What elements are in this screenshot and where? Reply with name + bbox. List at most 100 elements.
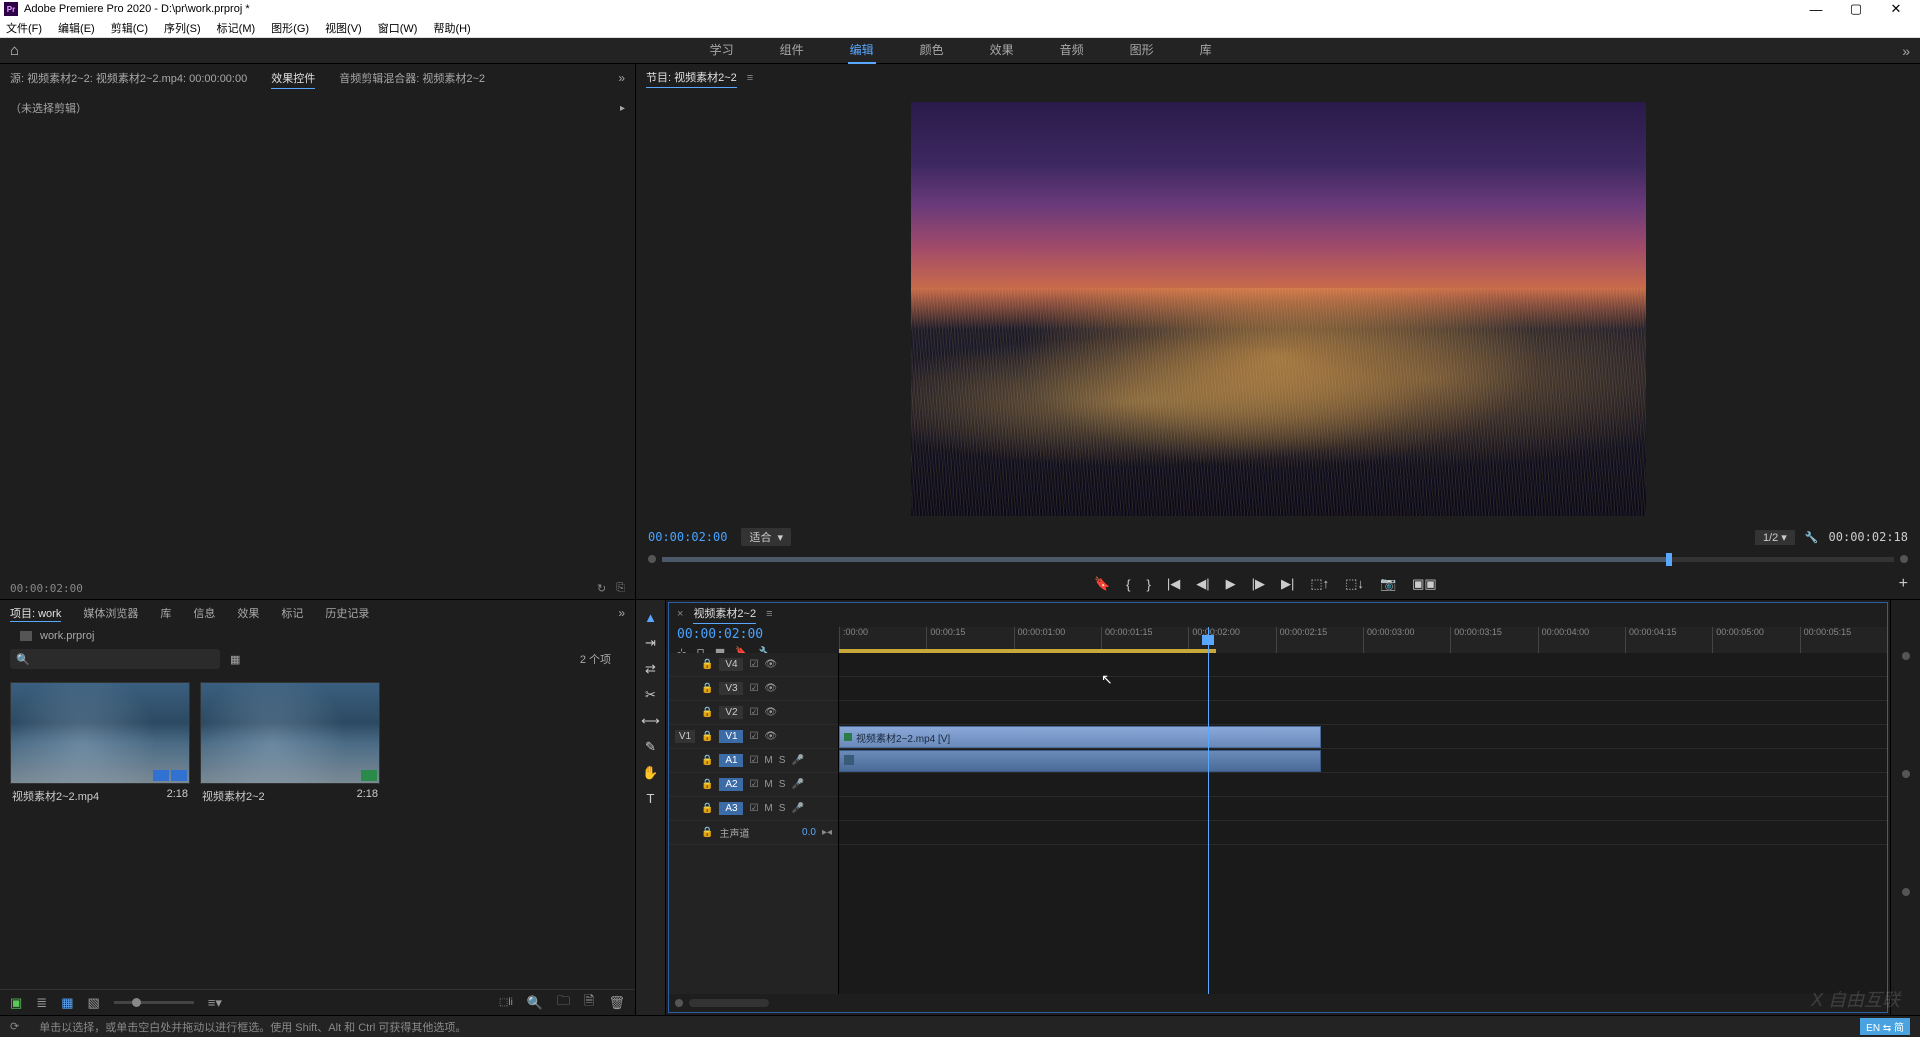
toggle-sync-lock-icon[interactable]: ☑ [749, 755, 758, 766]
timeline-close-icon[interactable]: × [677, 608, 683, 620]
toggle-sync-lock-icon[interactable]: ☑ [749, 779, 758, 790]
tab-info[interactable]: 信息 [193, 605, 215, 621]
step-back-button[interactable]: ◀| [1196, 576, 1209, 592]
panel-overflow-icon[interactable]: » [618, 606, 625, 620]
step-forward-button[interactable]: |▶ [1252, 576, 1265, 592]
solo-icon[interactable]: S [779, 755, 786, 766]
tab-effects[interactable]: 效果 [237, 605, 259, 621]
menu-graphics[interactable]: 图形(G) [271, 20, 309, 36]
lock-icon[interactable]: 🔒 [701, 827, 713, 838]
ime-indicator[interactable]: EN ⇆ 简 [1860, 1018, 1910, 1035]
lock-icon[interactable]: 🔒 [701, 731, 713, 742]
go-to-in-button[interactable]: |◀ [1167, 576, 1180, 592]
razor-tool-icon[interactable]: ✂ [645, 687, 656, 703]
export-frame-button[interactable]: 📷 [1380, 576, 1396, 592]
lock-icon[interactable]: 🔒 [701, 683, 713, 694]
comparison-view-button[interactable]: ▣▣ [1412, 576, 1437, 592]
track-header-v4[interactable]: 🔒V4☑👁 [669, 653, 838, 677]
track-select-tool-icon[interactable]: ⇥ [645, 635, 656, 651]
new-item-icon[interactable]: 🗎 [584, 992, 594, 1014]
lock-icon[interactable]: 🔒 [701, 659, 713, 670]
menu-file[interactable]: 文件(F) [6, 20, 42, 36]
voice-over-icon[interactable]: 🎤 [791, 803, 803, 814]
scrub-bar[interactable] [662, 557, 1894, 562]
lock-icon[interactable]: 🔒 [701, 779, 713, 790]
ws-tab-assembly[interactable]: 组件 [778, 37, 806, 64]
tab-project[interactable]: 项目: work [10, 605, 61, 622]
track-header-v1[interactable]: V1🔒V1☑👁 [669, 725, 838, 749]
new-bin-icon[interactable]: 🗀 [557, 992, 570, 1014]
delete-icon[interactable]: 🗑 [608, 995, 625, 1011]
panel-overflow-icon[interactable]: » [618, 71, 625, 85]
ws-tab-audio[interactable]: 音频 [1058, 37, 1086, 64]
video-clip[interactable]: 视频素材2~2.mp4 [V] [839, 726, 1321, 748]
wrench-icon[interactable]: 🔧 [1805, 531, 1819, 544]
slip-tool-icon[interactable]: ⟷ [641, 713, 660, 729]
ws-tab-library[interactable]: 库 [1198, 37, 1214, 64]
zoom-dot[interactable] [1902, 888, 1910, 896]
program-timecode[interactable]: 00:00:02:00 [648, 530, 727, 544]
menu-view[interactable]: 视图(V) [325, 20, 362, 36]
ws-tab-color[interactable]: 颜色 [918, 37, 946, 64]
tab-source[interactable]: 源: 视频素材2~2: 视频素材2~2.mp4: 00:00:00:00 [10, 68, 247, 88]
playhead-handle[interactable] [1666, 553, 1672, 566]
timeline-timecode[interactable]: 00:00:02:00 [677, 627, 839, 642]
icon-view-icon[interactable]: ▦ [61, 995, 73, 1011]
toggle-sync-lock-icon[interactable]: ☑ [749, 659, 758, 670]
menu-edit[interactable]: 编辑(E) [58, 20, 95, 36]
voice-over-icon[interactable]: 🎤 [791, 779, 803, 790]
track-header-v2[interactable]: 🔒V2☑👁 [669, 701, 838, 725]
ws-tab-graphics[interactable]: 图形 [1128, 37, 1156, 64]
extract-button[interactable]: ⬚↓ [1345, 576, 1364, 592]
timeline-ruler[interactable]: :00:00 00:00:15 00:00:01:00 00:00:01:15 … [839, 627, 1887, 655]
ws-tab-effects[interactable]: 效果 [988, 37, 1016, 64]
toggle-sync-lock-icon[interactable]: ☑ [749, 731, 758, 742]
track-header-master[interactable]: 🔒主声道0.0▸◂ [669, 821, 838, 845]
toggle-track-output-icon[interactable]: 👁 [764, 731, 777, 742]
hand-tool-icon[interactable]: ✋ [642, 765, 658, 781]
track-content-area[interactable]: 视频素材2~2.mp4 [V] ↖ [839, 653, 1887, 994]
toggle-track-output-icon[interactable]: ↻ [597, 582, 606, 595]
tab-history[interactable]: 历史记录 [325, 605, 369, 621]
track-header-a1[interactable]: 🔒A1☑MS🎤 [669, 749, 838, 773]
tab-library[interactable]: 库 [160, 605, 171, 621]
track-header-a2[interactable]: 🔒A2☑MS🎤 [669, 773, 838, 797]
tab-menu-icon[interactable]: ≡ [747, 72, 753, 84]
lock-icon[interactable]: 🔒 [701, 707, 713, 718]
track-header-a3[interactable]: 🔒A3☑MS🎤 [669, 797, 838, 821]
close-button[interactable]: ✕ [1876, 1, 1916, 17]
toggle-track-output-icon[interactable]: 👁 [764, 659, 777, 670]
source-settings-icon[interactable]: ⎘ [616, 582, 625, 595]
expand-icon[interactable]: ▸ [620, 103, 625, 114]
tab-effect-controls[interactable]: 效果控件 [271, 68, 315, 89]
mark-in-button[interactable]: { [1126, 577, 1130, 592]
selection-tool-icon[interactable]: ▲ [644, 610, 657, 625]
lift-button[interactable]: ⬚↑ [1310, 576, 1329, 592]
writable-toggle-icon[interactable]: ▣ [10, 995, 22, 1011]
menu-window[interactable]: 窗口(W) [378, 20, 418, 36]
filter-icon[interactable]: ▦ [230, 653, 240, 666]
home-icon[interactable]: ⌂ [10, 42, 19, 59]
mute-icon[interactable]: M [764, 779, 772, 790]
add-marker-button[interactable]: 🔖 [1094, 576, 1110, 592]
toggle-track-output-icon[interactable]: 👁 [764, 683, 777, 694]
find-icon[interactable]: 🔍 [527, 995, 543, 1011]
menu-clip[interactable]: 剪辑(C) [111, 20, 148, 36]
zoom-fit-select[interactable]: 适合▾ [741, 528, 791, 546]
horizontal-scrollbar[interactable] [689, 999, 769, 1007]
menu-help[interactable]: 帮助(H) [433, 20, 470, 36]
lock-icon[interactable]: 🔒 [701, 755, 713, 766]
solo-icon[interactable]: S [779, 779, 786, 790]
zoom-dot[interactable] [1902, 652, 1910, 660]
sequence-item[interactable]: 视频素材2~2 2:18 [200, 682, 380, 808]
solo-icon[interactable]: S [779, 803, 786, 814]
audio-clip[interactable] [839, 750, 1321, 772]
toggle-sync-lock-icon[interactable]: ☑ [749, 803, 758, 814]
list-view-icon[interactable]: ≣ [36, 995, 47, 1011]
expand-icon[interactable]: ▸◂ [822, 827, 832, 838]
type-tool-icon[interactable]: T [647, 791, 655, 806]
menu-marker[interactable]: 标记(M) [217, 20, 256, 36]
mute-icon[interactable]: M [764, 755, 772, 766]
toggle-track-output-icon[interactable]: 👁 [764, 707, 777, 718]
pen-tool-icon[interactable]: ✎ [645, 739, 656, 755]
